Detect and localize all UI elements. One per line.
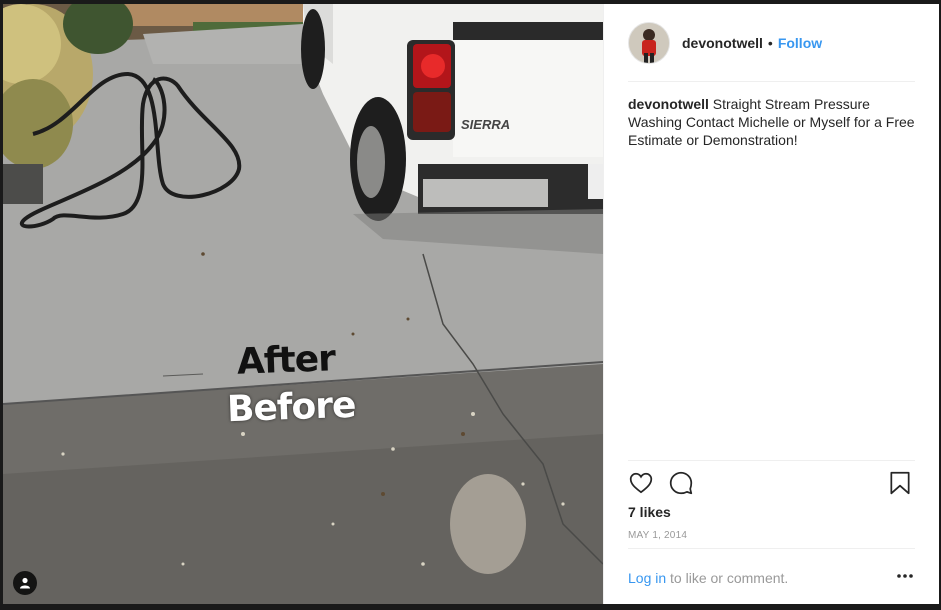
- action-bar: [628, 470, 915, 500]
- post-sidebar: devonotwell • Follow devonotwell Straigh…: [603, 4, 939, 604]
- header-separator: •: [767, 35, 773, 51]
- post-caption: devonotwell Straight Stream Pressure Was…: [628, 95, 915, 149]
- login-link[interactable]: Log in: [628, 570, 666, 586]
- profile-picture-icon: [629, 23, 669, 63]
- login-prompt: Log in to like or comment.: [628, 570, 788, 586]
- ellipsis-icon: [897, 574, 913, 578]
- heart-icon: [629, 472, 653, 494]
- avatar[interactable]: [628, 22, 670, 64]
- user-icon: [20, 577, 30, 589]
- divider: [628, 548, 915, 549]
- comment-button[interactable]: [668, 470, 696, 498]
- tagged-users-button[interactable]: [13, 571, 37, 595]
- caption-username-link[interactable]: devonotwell: [628, 96, 709, 112]
- sierra-badge: SIERRA: [461, 117, 510, 132]
- follow-button[interactable]: Follow: [778, 35, 822, 51]
- comment-icon: [669, 471, 693, 495]
- save-button[interactable]: [887, 470, 915, 498]
- post-date[interactable]: MAY 1, 2014: [628, 530, 687, 541]
- more-options-button[interactable]: [895, 566, 915, 586]
- likes-count[interactable]: 7 likes: [628, 504, 671, 520]
- post-photo[interactable]: SIERRA After Before: [3, 4, 603, 604]
- post-header: devonotwell • Follow: [628, 22, 915, 64]
- after-label: After: [236, 338, 336, 383]
- divider: [628, 460, 915, 461]
- before-label: Before: [226, 384, 357, 431]
- header-username-link[interactable]: devonotwell: [682, 35, 763, 51]
- divider: [628, 81, 915, 82]
- bookmark-icon: [890, 471, 910, 495]
- driveway-photo: SIERRA: [3, 4, 603, 604]
- login-prompt-text: to like or comment.: [666, 570, 789, 586]
- like-button[interactable]: [628, 470, 656, 498]
